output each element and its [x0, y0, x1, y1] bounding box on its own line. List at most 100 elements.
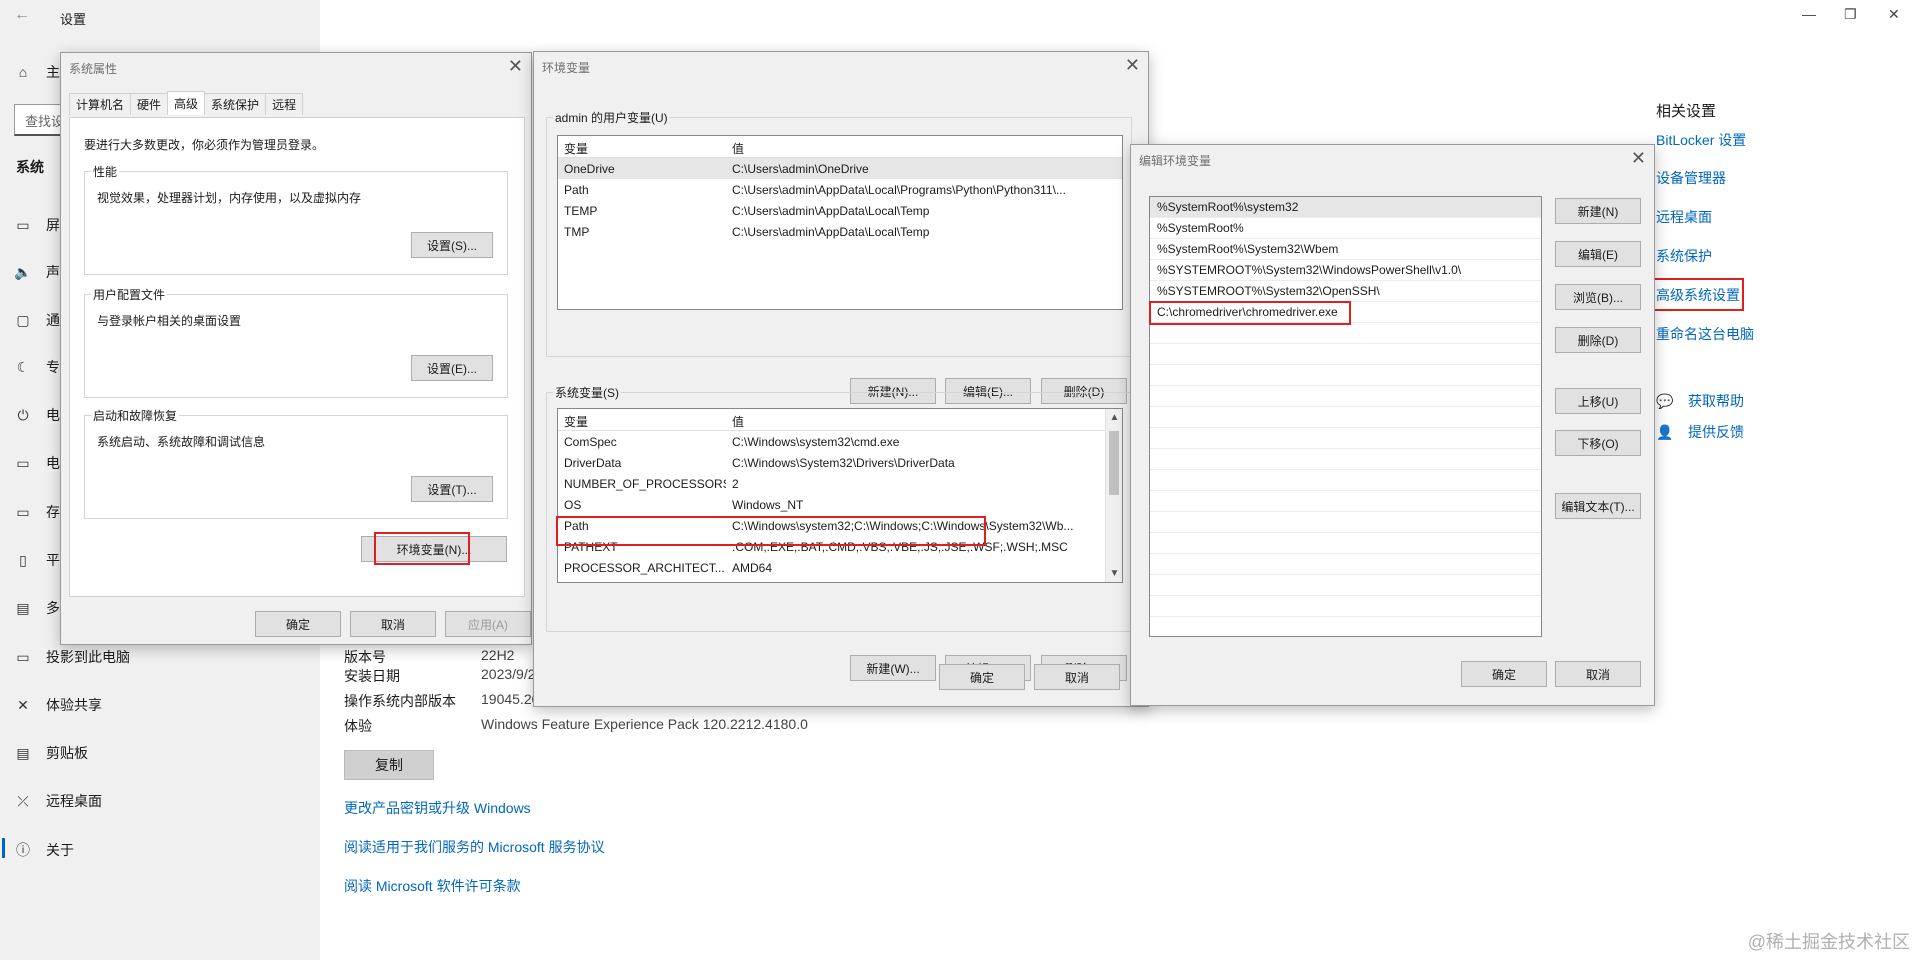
performance-settings-button[interactable]: 设置(S)...	[411, 232, 493, 258]
feedback-link[interactable]: 👤 提供反馈	[1656, 422, 1744, 442]
empty-row	[1150, 428, 1541, 449]
variable-name: DriverData	[564, 455, 622, 470]
edit-path-button[interactable]: 编辑(E)	[1555, 241, 1641, 267]
table-row[interactable]: NUMBER_OF_PROCESSORS 2	[558, 473, 1105, 494]
back-arrow-icon[interactable]: ←	[14, 6, 30, 24]
tab-3[interactable]: 系统保护	[204, 93, 267, 115]
empty-row	[1150, 449, 1541, 470]
profile-settings-button[interactable]: 设置(E)...	[411, 355, 493, 381]
tab-2[interactable]: 高级	[167, 91, 206, 115]
tab-4[interactable]: 远程	[265, 93, 304, 115]
edit-environment-variable-dialog: 编辑环境变量 ✕ %SystemRoot%\system32 %SystemRoo…	[1130, 144, 1655, 706]
cancel-button[interactable]: 取消	[1555, 661, 1641, 687]
user-variables-group: admin 的用户变量(U) 变量 值 OneDrive C:\Users\adm…	[546, 109, 1132, 404]
restore-icon[interactable]: ❐	[1844, 6, 1857, 23]
edit-text-button[interactable]: 编辑文本(T)...	[1555, 493, 1641, 519]
new-path-button[interactable]: 新建(N)	[1555, 198, 1641, 224]
highlight-box	[374, 532, 470, 565]
empty-row	[1150, 596, 1541, 617]
rename-pc-link[interactable]: 重命名这台电脑	[1656, 324, 1754, 344]
cancel-button[interactable]: 取消	[350, 611, 436, 637]
ok-button[interactable]: 确定	[939, 664, 1025, 690]
empty-row	[1150, 554, 1541, 575]
table-row[interactable]: OS Windows_NT	[558, 494, 1105, 515]
table-row[interactable]: ComSpec C:\Windows\system32\cmd.exe	[558, 431, 1105, 452]
active-indicator	[2, 838, 5, 858]
move-down-button[interactable]: 下移(O)	[1555, 430, 1641, 456]
apply-button[interactable]: 应用(A)	[445, 611, 531, 637]
column-header-variable[interactable]: 变量	[558, 136, 726, 157]
system-protection-link[interactable]: 系统保护	[1656, 246, 1712, 266]
scroll-down-icon[interactable]: ▼	[1106, 565, 1122, 582]
table-row[interactable]: TEMP C:\Users\admin\AppData\Local\Temp	[558, 200, 1122, 221]
scroll-up-icon[interactable]: ▲	[1106, 409, 1122, 426]
move-up-button[interactable]: 上移(U)	[1555, 388, 1641, 414]
variable-value: C:\Users\admin\AppData\Local\Temp	[732, 224, 930, 239]
tab-0[interactable]: 计算机名	[69, 93, 132, 115]
license-terms-link[interactable]: 阅读 Microsoft 软件许可条款	[344, 876, 521, 896]
service-agreement-link[interactable]: 阅读适用于我们服务的 Microsoft 服务协议	[344, 837, 605, 857]
path-entry[interactable]: %SystemRoot%\System32\Wbem	[1150, 239, 1541, 260]
table-row[interactable]: DriverData C:\Windows\System32\Drivers\Dr…	[558, 452, 1105, 473]
spec-value: Windows Feature Experience Pack 120.2212…	[481, 716, 808, 732]
system-properties-dialog: 系统属性 ✕ 计算机名 硬件 高级 系统保护 远程 要进行大多数更改，你必须作为管理员登…	[60, 52, 532, 645]
sidebar-item-label: 关于	[46, 842, 74, 858]
change-product-key-link[interactable]: 更改产品密钥或升级 Windows	[344, 798, 531, 818]
path-list[interactable]: %SystemRoot%\system32 %SystemRoot% %System…	[1149, 196, 1542, 637]
sidebar-item[interactable]: ⓘ 关于	[14, 838, 74, 862]
path-entry[interactable]: %SYSTEMROOT%\System32\OpenSSH\	[1150, 281, 1541, 302]
path-entry[interactable]: %SystemRoot%	[1150, 218, 1541, 239]
copy-button[interactable]: 复制	[344, 750, 434, 780]
path-entry[interactable]: %SystemRoot%\system32	[1150, 197, 1541, 218]
table-row[interactable]: TMP C:\Users\admin\AppData\Local\Temp	[558, 221, 1122, 242]
system-new-button[interactable]: 新建(W)...	[850, 655, 936, 681]
scrollbar-thumb[interactable]	[1109, 431, 1119, 495]
table-row[interactable]: OneDrive C:\Users\admin\OneDrive	[558, 158, 1122, 179]
startup-settings-button[interactable]: 设置(T)...	[411, 476, 493, 502]
column-header-value[interactable]: 值	[726, 136, 750, 157]
browse-button[interactable]: 浏览(B)...	[1555, 284, 1641, 310]
column-header-variable[interactable]: 变量	[558, 409, 726, 430]
empty-row	[1150, 617, 1541, 636]
admin-note: 要进行大多数更改，你必须作为管理员登录。	[84, 138, 325, 152]
get-help-link[interactable]: 💬 获取帮助	[1656, 391, 1744, 411]
cancel-button[interactable]: 取消	[1034, 664, 1120, 690]
close-icon[interactable]: ✕	[1125, 55, 1140, 76]
empty-row	[1150, 344, 1541, 365]
system-variables-list[interactable]: 变量 值 ComSpec C:\Windows\system32\cmd.exe D…	[557, 408, 1123, 583]
startup-recovery-group: 启动和故障恢复 系统启动、系统故障和调试信息 设置(T)...	[84, 407, 508, 519]
sidebar-item[interactable]: ▤ 剪贴板	[14, 741, 88, 765]
sidebar-item[interactable]: ✕ 体验共享	[14, 693, 102, 717]
close-icon[interactable]: ✕	[1631, 148, 1646, 169]
get-help-label: 获取帮助	[1688, 393, 1744, 409]
device-manager-link[interactable]: 设备管理器	[1656, 168, 1726, 188]
speaker-icon: 🔈	[14, 263, 32, 280]
sidebar-item[interactable]: ▭ 投影到此电脑	[14, 645, 130, 669]
variable-value: C:\Windows\system32\cmd.exe	[732, 434, 900, 449]
tab-1[interactable]: 硬件	[130, 93, 169, 115]
bitlocker-link[interactable]: BitLocker 设置	[1656, 130, 1746, 150]
project-icon: ▭	[16, 648, 30, 665]
storage-icon: ▭	[16, 503, 30, 520]
notification-icon: ▢	[16, 311, 30, 328]
group-label: 性能	[91, 163, 120, 180]
table-row[interactable]: PROCESSOR_ARCHITECT... AMD64	[558, 557, 1105, 578]
close-icon[interactable]: ✕	[508, 56, 523, 77]
sidebar-section-title: 系统	[16, 159, 44, 175]
clipboard-icon: ▤	[16, 744, 30, 761]
highlight-box	[556, 516, 986, 546]
column-header-value[interactable]: 值	[726, 409, 750, 430]
delete-path-button[interactable]: 删除(D)	[1555, 327, 1641, 353]
ok-button[interactable]: 确定	[255, 611, 341, 637]
spec-label: 操作系统内部版本	[344, 693, 456, 709]
ok-button[interactable]: 确定	[1461, 661, 1547, 687]
remote-desktop-link[interactable]: 远程桌面	[1656, 207, 1712, 227]
user-variables-list[interactable]: 变量 值 OneDrive C:\Users\admin\OneDrive Path…	[557, 135, 1123, 310]
sidebar-item[interactable]: ⤫ 远程桌面	[14, 789, 102, 813]
table-row[interactable]: Path C:\Users\admin\AppData\Local\Program…	[558, 179, 1122, 200]
scrollbar[interactable]: ▲ ▼	[1105, 409, 1122, 582]
minimize-icon[interactable]: —	[1802, 6, 1816, 22]
variable-value: 2	[732, 476, 739, 491]
path-entry[interactable]: %SYSTEMROOT%\System32\WindowsPowerShell\…	[1150, 260, 1541, 281]
close-icon[interactable]: ✕	[1888, 6, 1900, 23]
